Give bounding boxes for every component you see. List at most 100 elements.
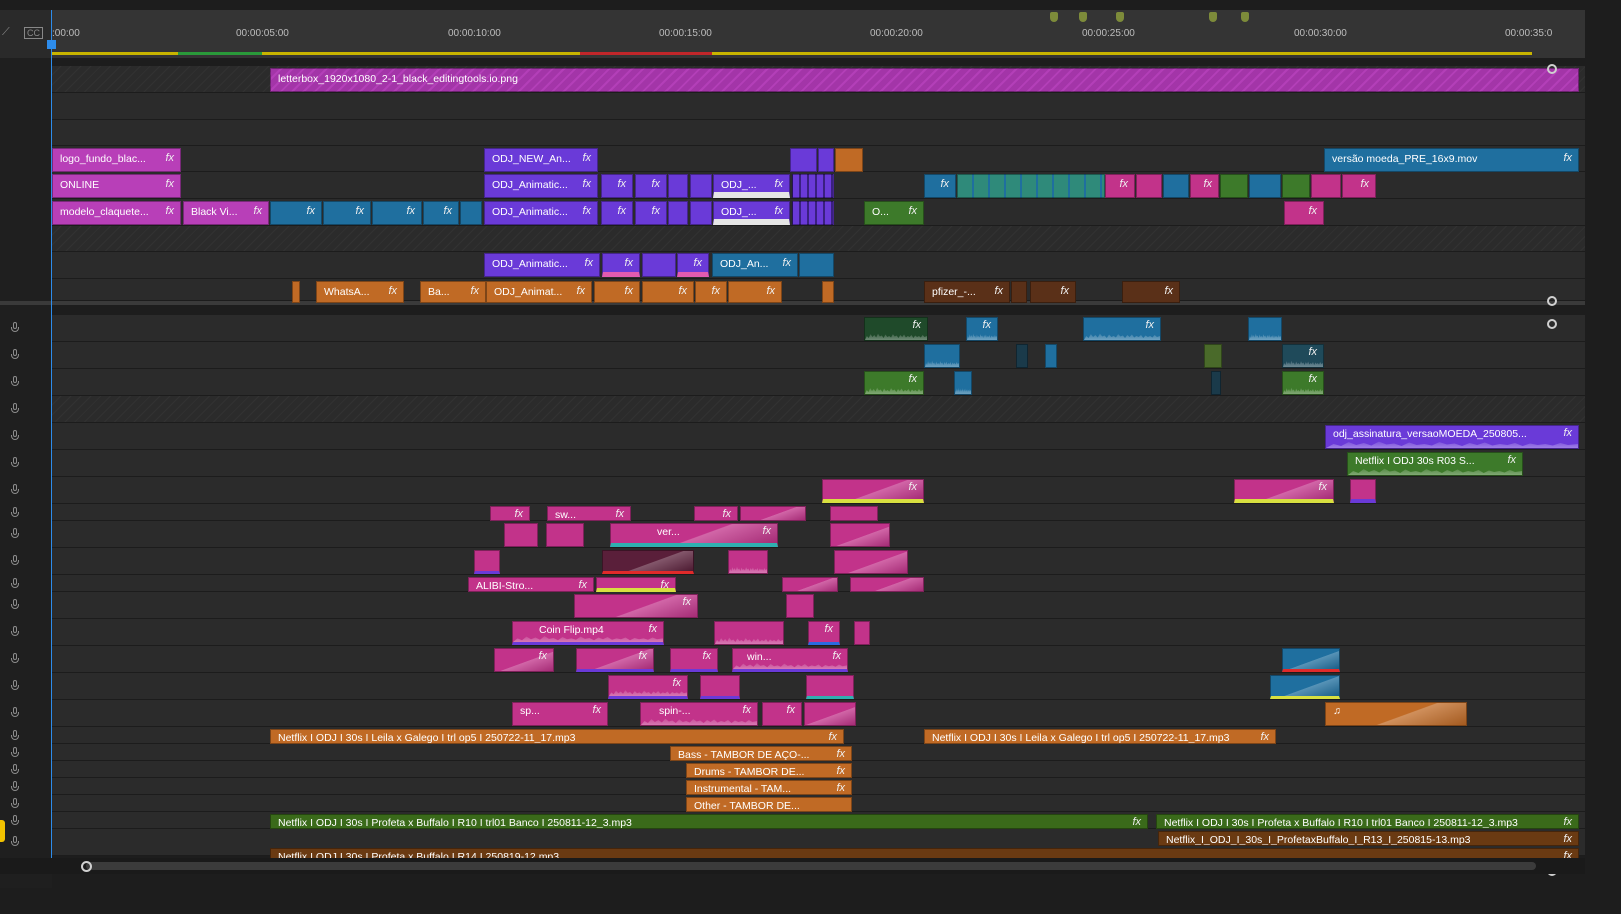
clip-orange[interactable]: fx [594, 281, 640, 303]
marker-icon[interactable] [1209, 12, 1217, 22]
clip-audio-pink[interactable] [474, 550, 500, 574]
audio-track[interactable] [52, 396, 1585, 423]
clip-purple[interactable] [690, 174, 712, 198]
audio-track[interactable] [52, 548, 1585, 575]
clip-orange[interactable] [292, 281, 300, 303]
clip-audio-pink[interactable]: fx [490, 506, 530, 521]
clip-audio-pink[interactable]: fx [608, 675, 688, 699]
clip-purple[interactable]: fx [635, 174, 667, 198]
audio-track[interactable] [52, 521, 1585, 548]
mic-icon[interactable] [10, 484, 20, 497]
clip-purple[interactable]: fx [601, 201, 633, 225]
clip-odj-short[interactable]: ODJ_... fx [713, 201, 790, 225]
clip-blue[interactable]: fx [924, 174, 956, 198]
clip-audio-blue[interactable] [1282, 648, 1340, 672]
marker-icon[interactable] [1241, 12, 1249, 22]
mic-icon[interactable] [10, 555, 20, 568]
clip-purple[interactable] [642, 253, 676, 277]
mic-icon[interactable] [10, 653, 20, 666]
clip-green[interactable] [1282, 174, 1310, 198]
clip-audio-pink[interactable] [714, 621, 784, 645]
mic-icon[interactable] [10, 578, 20, 591]
clip-orange[interactable]: fx [728, 281, 782, 303]
clip-ver[interactable]: ver... fx [610, 523, 778, 547]
clip-profeta-r10[interactable]: Netflix I ODJ I 30s I Profeta x Buffalo … [1156, 814, 1579, 829]
clip-audio-pink[interactable] [804, 702, 856, 726]
clip-audio-pink[interactable]: fx [808, 621, 840, 645]
clip-odj-new-an[interactable]: ODJ_NEW_An... fx [484, 148, 598, 172]
mic-icon[interactable] [10, 747, 20, 760]
clip-odj-animatic[interactable]: ODJ_Animatic... fx [484, 253, 600, 277]
clip-purple[interactable]: fx [677, 253, 709, 277]
clip-letterbox[interactable]: letterbox_1920x1080_2-1_black_editingtoo… [270, 68, 1579, 92]
clip-audio-pink[interactable]: fx [694, 506, 738, 521]
video-zoom-handle[interactable] [1547, 64, 1557, 74]
clip-audio-pink[interactable] [834, 550, 908, 574]
clip-dark-orange[interactable]: fx [1122, 281, 1180, 303]
clip-audio-blue[interactable] [1045, 344, 1057, 368]
clip-audio-blue[interactable]: fx [966, 317, 998, 341]
mic-icon[interactable] [10, 680, 20, 693]
mic-icon[interactable] [10, 707, 20, 720]
marker-icon[interactable] [1050, 12, 1058, 22]
clip-alibi[interactable]: ALIBI-Stro... fx [468, 577, 594, 592]
audio-track[interactable] [52, 342, 1585, 369]
clip-purple[interactable] [818, 148, 834, 172]
clip-audio-green[interactable]: fx [864, 317, 928, 341]
clip-pink[interactable]: fx [1190, 174, 1219, 198]
clip-pfizer[interactable]: pfizer_-... fx [924, 281, 1010, 303]
clip-ba[interactable]: Ba... fx [420, 281, 486, 303]
clip-audio-pink[interactable] [806, 675, 854, 699]
clip-netflix-r03[interactable]: Netflix I ODJ 30s R03 S... fx [1347, 452, 1523, 476]
clip-audio-green[interactable]: fx [1282, 371, 1324, 395]
mic-icon[interactable] [10, 599, 20, 612]
clip-spin[interactable]: spin-... fx [640, 702, 758, 726]
clip-audio-pink[interactable]: fx [670, 648, 718, 672]
clip-audio-blue[interactable] [954, 371, 972, 395]
mic-icon[interactable] [10, 781, 20, 794]
scroll-thumb[interactable] [86, 862, 1536, 870]
mic-icon[interactable] [10, 322, 20, 335]
mic-icon[interactable] [10, 507, 20, 520]
clip-blue[interactable]: fx [270, 201, 322, 225]
clip-audio-pink[interactable] [854, 621, 870, 645]
clip-o[interactable]: O... fx [864, 201, 924, 225]
mic-icon[interactable] [10, 764, 20, 777]
mic-icon[interactable] [10, 730, 20, 743]
mic-icon[interactable] [10, 403, 20, 416]
clip-audio-pink[interactable] [782, 577, 838, 592]
clip-drums[interactable]: Drums - TAMBOR DE... fx [686, 763, 852, 778]
video-track-v9[interactable] [52, 93, 1585, 120]
clip-instrumental[interactable]: Instrumental - TAM... fx [686, 780, 852, 795]
time-ruler[interactable]: ⟋ CC :00:00 00:00:05:00 00:00:10:00 00:0… [0, 10, 1585, 58]
clip-dark-orange[interactable] [1011, 281, 1027, 303]
clip-odj-an[interactable]: ODJ_An... fx [712, 253, 798, 277]
clip-purple[interactable] [668, 174, 688, 198]
clip-bass[interactable]: Bass - TAMBOR DE AÇO-... fx [670, 746, 852, 761]
mic-icon[interactable] [10, 457, 20, 470]
clip-audio-olive[interactable] [1204, 344, 1222, 368]
video-track-v4[interactable] [52, 226, 1585, 252]
clip-purple[interactable]: fx [635, 201, 667, 225]
mic-icon[interactable] [10, 528, 20, 541]
clip-audio-pink[interactable] [700, 675, 740, 699]
clip-pink[interactable]: fx [1105, 174, 1135, 198]
video-zoom-handle[interactable] [1547, 296, 1557, 306]
clip-green[interactable] [1220, 174, 1248, 198]
clip-win[interactable]: win... fx [732, 648, 848, 672]
clip-audio-blue[interactable] [1270, 675, 1340, 699]
clip-audio-pink[interactable]: fx [1234, 479, 1334, 503]
clip-orange[interactable] [835, 148, 863, 172]
clip-logo-fundo[interactable]: logo_fundo_blac... fx [52, 148, 181, 172]
clip-pink[interactable]: fx [1342, 174, 1376, 198]
clip-audio-pink[interactable]: fx [596, 577, 676, 592]
clip-audio-pink[interactable]: fx [576, 648, 654, 672]
audio-track[interactable] [52, 369, 1585, 396]
playhead-handle[interactable] [47, 40, 56, 49]
clip-audio-pink[interactable] [786, 594, 814, 618]
clip-audio-orange[interactable]: ♫ [1325, 702, 1467, 726]
clip-audio-dark-teal[interactable]: fx [1282, 344, 1324, 368]
ruler-track[interactable]: :00:00 00:00:05:00 00:00:10:00 00:00:15:… [52, 10, 1585, 58]
clip-orange[interactable] [822, 281, 834, 303]
clip-odj-animatic[interactable]: ODJ_Animatic... fx [484, 201, 598, 225]
